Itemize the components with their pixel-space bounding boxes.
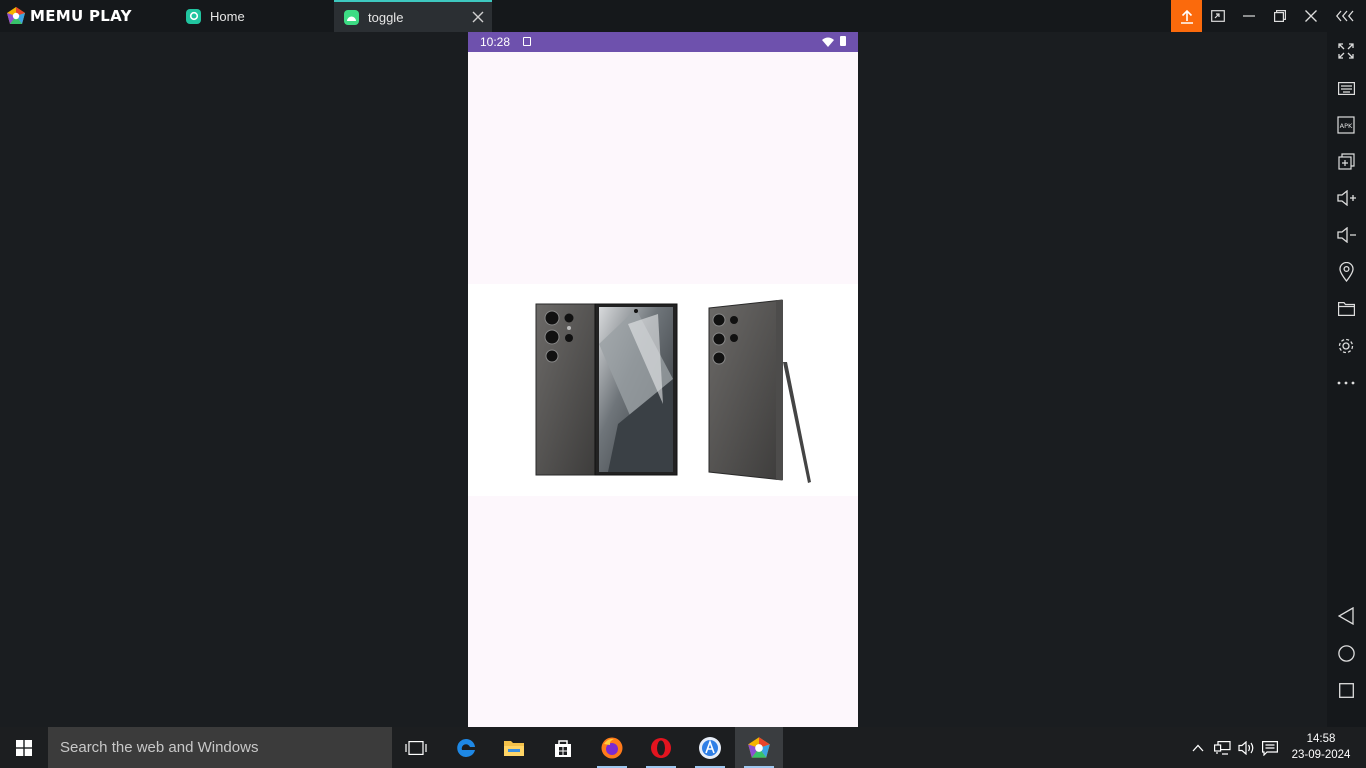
restore-button[interactable] (1264, 0, 1296, 32)
fullscreen-icon (1338, 43, 1354, 59)
collapse-sidebar-button[interactable] (1329, 0, 1361, 32)
opera-icon (651, 737, 671, 758)
tab-toggle[interactable]: toggle (334, 0, 492, 32)
home-button[interactable] (1335, 642, 1357, 664)
action-center-button[interactable] (1260, 738, 1280, 758)
keyboard-button[interactable] (1335, 77, 1357, 99)
taskbar-search-input[interactable]: Search the web and Windows (48, 727, 392, 768)
task-view-button[interactable] (392, 727, 440, 768)
windows-logo-icon (16, 739, 32, 756)
product-image-container (468, 284, 858, 496)
volume-up-icon (1336, 190, 1356, 206)
tool-sidebar: APK (1327, 32, 1366, 727)
app-store-icon (699, 736, 721, 759)
shared-folder-button[interactable] (1335, 298, 1357, 320)
firefox-icon (601, 737, 623, 758)
chevron-up-icon (1192, 744, 1204, 752)
fullscreen-button[interactable] (1335, 40, 1357, 62)
volume-button[interactable] (1236, 738, 1256, 758)
volume-down-icon (1336, 227, 1356, 243)
screen-mode-button[interactable] (1202, 0, 1234, 32)
home-circle-icon (1337, 644, 1355, 662)
network-button[interactable] (1212, 738, 1232, 758)
title-bar: MEMU PLAY Home toggle (0, 0, 1366, 32)
notification-icon (523, 37, 531, 46)
status-bar: 10:28 (468, 32, 858, 52)
app-store-button[interactable] (686, 727, 734, 768)
clock-date: 23-09-2024 (1291, 749, 1351, 761)
wifi-icon (822, 37, 834, 47)
settings-icon (1338, 338, 1354, 354)
apk-label: APK (1340, 122, 1353, 130)
notification-center-icon (1262, 740, 1278, 756)
taskbar-clock[interactable]: 14:58 23-09-2024 (1288, 731, 1354, 763)
minimize-button[interactable] (1233, 0, 1265, 32)
back-icon (1338, 607, 1354, 625)
apk-icon: APK (1337, 116, 1355, 134)
keyboard-icon (1337, 81, 1355, 95)
location-icon (1338, 262, 1354, 282)
edge-icon (457, 738, 475, 757)
memu-logo: MEMU PLAY (6, 5, 132, 27)
minimize-icon (1243, 15, 1255, 17)
memu-gem-icon (7, 7, 25, 24)
store-button[interactable] (539, 727, 587, 768)
back-button[interactable] (1335, 605, 1357, 627)
clock-time: 14:58 (1306, 733, 1336, 745)
firefox-button[interactable] (588, 727, 636, 768)
windows-taskbar: Search the web and Windows 14:58 23-09-2… (0, 727, 1366, 768)
restore-icon (1274, 10, 1286, 22)
memu-icon (748, 736, 770, 758)
store-icon (555, 739, 571, 757)
speaker-icon (1237, 741, 1253, 755)
opera-button[interactable] (637, 727, 685, 768)
screen-mode-icon (1211, 10, 1225, 22)
location-button[interactable] (1335, 261, 1357, 283)
task-view-icon (405, 740, 427, 755)
multi-instance-icon (1337, 152, 1355, 170)
app-name: MEMU PLAY (30, 7, 132, 25)
close-icon (1305, 10, 1317, 22)
file-explorer-button[interactable] (490, 727, 538, 768)
network-icon (1213, 741, 1231, 755)
android-icon (344, 9, 359, 25)
search-placeholder: Search the web and Windows (60, 739, 259, 756)
upload-icon (1180, 9, 1193, 24)
settings-button[interactable] (1335, 335, 1357, 357)
upload-button[interactable] (1171, 0, 1202, 32)
volume-down-button[interactable] (1335, 224, 1357, 246)
tab-label: toggle (368, 9, 404, 25)
file-explorer-icon (504, 740, 524, 756)
more-button[interactable] (1335, 372, 1357, 394)
start-button[interactable] (0, 727, 48, 768)
battery-icon (840, 36, 846, 46)
samsung-phone-product-image (535, 299, 811, 483)
memu-home-icon (186, 8, 201, 24)
close-tab-icon[interactable] (472, 11, 484, 23)
recents-square-icon (1338, 682, 1354, 698)
close-window-button[interactable] (1295, 0, 1327, 32)
show-hidden-icons-button[interactable] (1188, 738, 1208, 758)
status-time: 10:28 (480, 35, 511, 49)
android-screen[interactable]: 10:28 (468, 32, 858, 727)
multi-instance-button[interactable] (1335, 150, 1357, 172)
recents-button[interactable] (1335, 679, 1357, 701)
apk-install-button[interactable]: APK (1335, 114, 1357, 136)
tab-label: Home (210, 8, 245, 24)
edge-button[interactable] (442, 727, 490, 768)
folder-icon (1337, 302, 1355, 316)
volume-up-button[interactable] (1335, 187, 1357, 209)
tab-home[interactable]: Home (184, 0, 332, 32)
triple-chevron-left-icon (1336, 10, 1354, 22)
memu-taskbar-button[interactable] (735, 727, 783, 768)
more-icon (1337, 381, 1355, 385)
